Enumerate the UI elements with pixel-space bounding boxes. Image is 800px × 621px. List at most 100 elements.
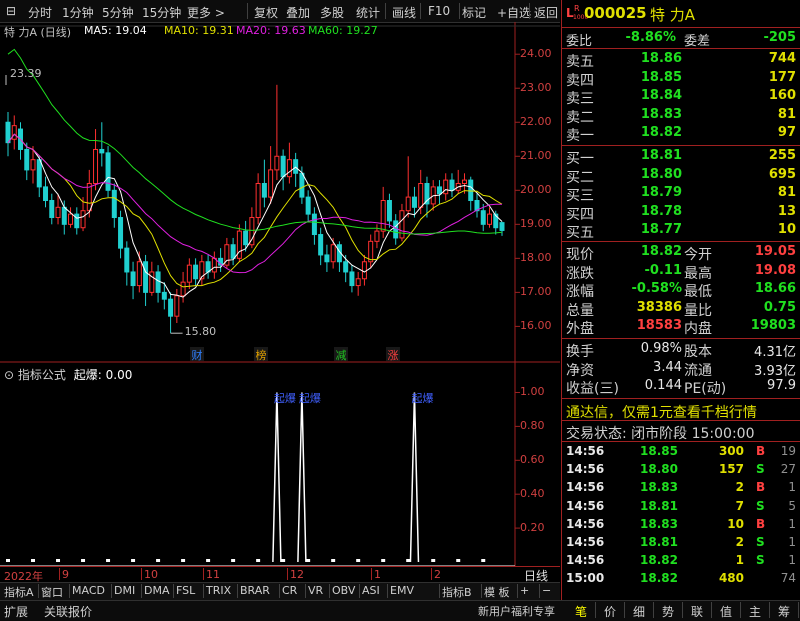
toolbar-add-watchlist-button[interactable]: +自选: [497, 4, 531, 21]
indicator-menu-icon[interactable]: ⊙: [4, 368, 14, 382]
toolbar-adjust-button[interactable]: 复权: [254, 4, 278, 21]
tab-fsl[interactable]: FSL: [176, 584, 195, 597]
tab-emv[interactable]: EMV: [390, 584, 414, 597]
toolbar-multi-button[interactable]: 多股: [320, 4, 344, 21]
toolbar-menu-icon[interactable]: ⊟: [6, 4, 16, 18]
price-tick-label: 18.00: [520, 251, 552, 265]
indicator-tick-label: 0.60: [520, 453, 545, 467]
tab-remove[interactable]: −: [542, 584, 551, 597]
candle-body: [136, 261, 142, 287]
stat-value: 18.66: [754, 281, 796, 296]
ask-level-label: 卖一: [566, 128, 594, 144]
toolbar-stats-button[interactable]: 统计: [356, 4, 380, 21]
stat-value: 18.82: [640, 244, 682, 259]
candle-body: [343, 261, 349, 273]
tab-separator: [329, 584, 330, 598]
toolbar-back-button[interactable]: 返回: [534, 4, 558, 21]
status-related-quote-button[interactable]: 关联报价: [44, 603, 92, 620]
tab-ticks[interactable]: 笔: [570, 603, 592, 620]
tab-template[interactable]: 模 板: [484, 584, 510, 600]
indicator-header[interactable]: ⊙ 指标公式 起爆: 0.00: [4, 366, 132, 383]
tab-separator: [624, 602, 625, 618]
tab-asi[interactable]: ASI: [362, 584, 380, 597]
weibi-value: -8.86%: [625, 30, 677, 45]
tab-linked[interactable]: 联: [686, 603, 708, 620]
toolbar-overlay-button[interactable]: 叠加: [286, 4, 310, 21]
tick-price: 18.81: [640, 535, 678, 549]
tab-obv[interactable]: OBV: [332, 584, 355, 597]
toolbar-draw-button[interactable]: 画线: [392, 4, 416, 21]
candle-body: [36, 159, 42, 188]
toolbar-intraday-button[interactable]: 分时: [28, 4, 52, 21]
tab-trend[interactable]: 势: [657, 603, 679, 620]
bid-level-price: 18.80: [640, 166, 682, 182]
candle-body: [261, 182, 267, 198]
tab-add[interactable]: +: [520, 584, 529, 597]
candle-body: [24, 148, 30, 171]
tab-indicator-b[interactable]: 指标B: [442, 584, 472, 600]
tab-main[interactable]: 主: [744, 603, 766, 620]
candle-body: [318, 234, 324, 256]
candle-body: [499, 222, 505, 231]
toolbar-1min-button[interactable]: 1分钟: [62, 4, 94, 21]
event-marker[interactable]: 榜: [254, 347, 268, 362]
candle-body: [255, 182, 261, 219]
indicator-tick-label: 0.80: [520, 419, 545, 433]
tick-side: S: [756, 535, 765, 549]
event-marker[interactable]: 减: [334, 347, 348, 362]
stat-label: 涨幅: [566, 284, 594, 300]
tab-vr[interactable]: VR: [308, 584, 323, 597]
tick-time: 14:56: [566, 462, 605, 477]
indicator-baseline-dot: [6, 559, 10, 562]
tick-volume: 2: [735, 480, 744, 495]
candle-body: [468, 179, 474, 202]
bid-level-label: 买二: [566, 169, 594, 186]
tick-volume: 2: [735, 535, 744, 549]
candle-body: [74, 213, 80, 229]
tick-volume: 7: [735, 498, 744, 513]
tab-separator: [305, 584, 306, 598]
tab-detail[interactable]: 细: [628, 603, 650, 620]
tab-value[interactable]: 值: [715, 603, 737, 620]
stat-label: 最低: [684, 284, 712, 300]
tab-brar[interactable]: BRAR: [240, 584, 270, 597]
tab-dmi[interactable]: DMI: [114, 584, 135, 597]
stat-value: 19.08: [754, 262, 796, 278]
candle-body: [61, 206, 67, 225]
indicator-baseline-dot: [131, 559, 136, 562]
tab-indicator-a[interactable]: 指标A: [4, 584, 34, 600]
divider: [562, 338, 800, 339]
tab-dma[interactable]: DMA: [144, 584, 170, 597]
tab-price[interactable]: 价: [599, 603, 621, 620]
candle-body: [55, 206, 61, 219]
event-marker[interactable]: 财: [190, 347, 204, 362]
toolbar-15min-button[interactable]: 15分钟: [142, 4, 181, 21]
toolbar-mark-button[interactable]: 标记: [462, 4, 486, 21]
fundamental-value: 3.93亿: [754, 363, 796, 379]
toolbar-f10-button[interactable]: F10: [428, 4, 450, 18]
indicator-name: 起爆: [73, 368, 98, 382]
tab-cr[interactable]: CR: [282, 584, 297, 597]
date-axis-tick: [203, 568, 204, 580]
tab-macd[interactable]: MACD: [72, 584, 105, 597]
tick-count: 74: [780, 571, 796, 586]
indicator-tick-label: 0.20: [520, 521, 545, 535]
price-tick-label: 22.00: [520, 115, 552, 129]
tab-trix[interactable]: TRIX: [206, 584, 231, 597]
event-marker[interactable]: 涨: [386, 347, 400, 362]
date-axis-label: 9: [62, 568, 69, 581]
candle-body: [374, 230, 380, 242]
tab-window[interactable]: 窗口: [41, 584, 63, 600]
kline-chart[interactable]: [0, 22, 561, 566]
candle-body: [68, 213, 74, 225]
new-user-promo-link[interactable]: 新用户福利专享: [478, 603, 555, 619]
tab-chips[interactable]: 筹: [773, 603, 795, 620]
status-extend-button[interactable]: 扩展: [4, 603, 28, 620]
bid-level-volume: 255: [768, 148, 796, 163]
indicator-baseline-dot: [56, 559, 61, 562]
toolbar-5min-button[interactable]: 5分钟: [102, 4, 134, 21]
level2-promo-link[interactable]: 通达信，仅需1元查看千档行情: [566, 402, 757, 422]
ask-level-price: 18.85: [640, 69, 682, 85]
ma-legend-item: MA5: 19.04: [84, 24, 147, 37]
toolbar-more-button[interactable]: 更多 >: [187, 4, 225, 21]
